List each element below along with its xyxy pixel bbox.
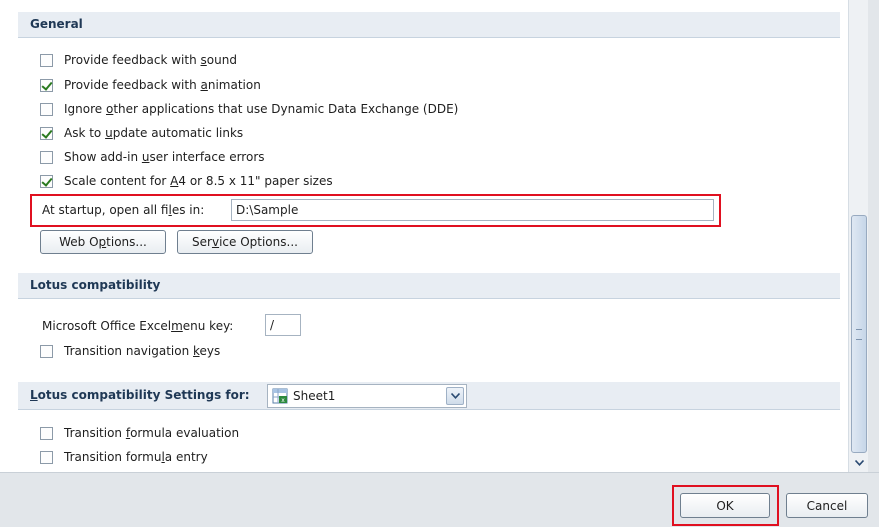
- option-label: Ignore other applications that use Dynam…: [64, 102, 459, 116]
- checkbox[interactable]: [40, 344, 53, 358]
- checkbox[interactable]: [40, 102, 53, 116]
- checkbox[interactable]: [40, 53, 53, 67]
- option-formula-entry[interactable]: Transition formula entry: [40, 447, 208, 467]
- menu-key-label: Microsoft Office Excel m enu key:: [42, 319, 234, 333]
- svg-text:x: x: [281, 397, 285, 404]
- chevron-down-icon[interactable]: [446, 387, 464, 405]
- option-addin-errors[interactable]: Show add-in user interface errors: [40, 147, 265, 167]
- section-header-general: General: [18, 12, 840, 38]
- scroll-down-icon[interactable]: [851, 455, 867, 471]
- dialog-footer: OK Cancel: [0, 472, 879, 527]
- option-scale-content[interactable]: Scale content for A4 or 8.5 x 11" paper …: [40, 171, 333, 191]
- option-formula-evaluation[interactable]: Transition formula evaluation: [40, 423, 239, 443]
- sheet-select[interactable]: x Sheet1: [267, 384, 467, 408]
- sheet-select-value: Sheet1: [293, 389, 336, 403]
- option-feedback-sound[interactable]: Provide feedback with sound: [40, 50, 237, 70]
- checkbox[interactable]: [40, 426, 53, 440]
- option-label: Transition navigation keys: [64, 344, 221, 358]
- option-label: Show add-in user interface errors: [64, 150, 265, 164]
- option-transition-nav-keys[interactable]: Transition navigation keys: [40, 341, 220, 361]
- web-options-button[interactable]: Web Op tions...: [40, 230, 166, 254]
- option-label: Provide feedback with sound: [64, 53, 237, 67]
- vertical-scrollbar[interactable]: [848, 0, 868, 472]
- options-content: General Provide feedback with sound Prov…: [0, 0, 848, 472]
- option-feedback-animation[interactable]: Provide feedback with animation: [40, 75, 261, 95]
- option-ignore-dde[interactable]: Ignore other applications that use Dynam…: [40, 99, 458, 119]
- excel-sheet-icon: x: [272, 388, 288, 404]
- option-label: Provide feedback with animation: [64, 78, 261, 92]
- option-label: Scale content for A4 or 8.5 x 11" paper …: [64, 174, 333, 188]
- checkbox[interactable]: [40, 150, 53, 164]
- grip-icon: [856, 329, 862, 340]
- section-header-lotus: Lotus compatibility: [18, 273, 840, 299]
- startup-label: At startup, open all fi l es in:: [42, 203, 205, 217]
- checkbox[interactable]: [40, 450, 53, 464]
- window-edge: [868, 0, 879, 472]
- ok-button[interactable]: OK: [680, 493, 770, 518]
- option-label: Ask to update automatic links: [64, 126, 244, 140]
- checkbox[interactable]: [40, 126, 53, 140]
- option-update-links[interactable]: Ask to update automatic links: [40, 123, 243, 143]
- startup-folder-input[interactable]: D:\Sample: [231, 199, 714, 221]
- menu-key-input[interactable]: /: [265, 314, 301, 336]
- checkbox[interactable]: [40, 78, 53, 92]
- checkbox[interactable]: [40, 174, 53, 188]
- option-label: Transition formula evaluation: [64, 426, 240, 440]
- service-options-button[interactable]: Ser v ice Options...: [177, 230, 313, 254]
- scrollbar-thumb[interactable]: [851, 215, 867, 453]
- option-label: Transition formula entry: [64, 450, 208, 464]
- cancel-button[interactable]: Cancel: [786, 493, 868, 518]
